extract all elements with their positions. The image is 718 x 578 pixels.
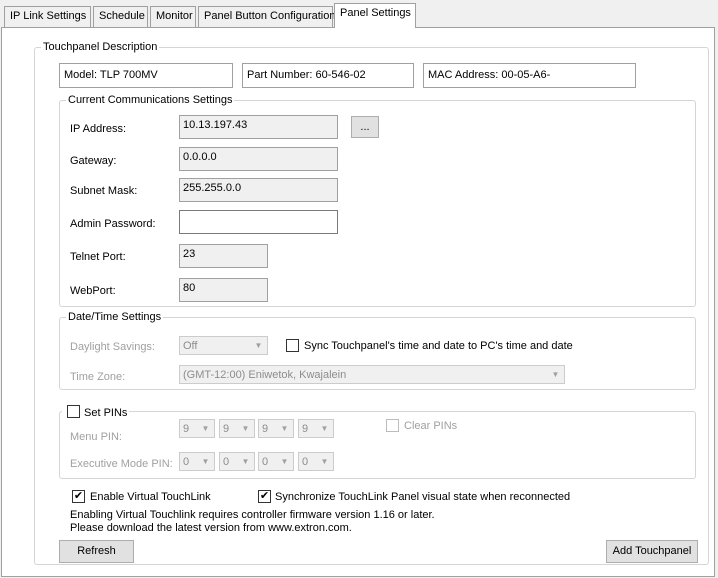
daylight-savings-select[interactable]: Off ▼ — [179, 336, 268, 355]
download-note: Please download the latest version from … — [70, 522, 352, 534]
tab-panel-button-configuration[interactable]: Panel Button Configuration — [198, 6, 336, 27]
enable-virtual-touchlink-checkbox[interactable]: ✔ — [72, 490, 85, 503]
tab-label: Panel Settings — [340, 7, 411, 19]
communications-legend: Current Communications Settings — [66, 94, 235, 107]
digit-value: 0 — [262, 456, 269, 468]
set-pins-legend: Set PINs — [62, 405, 130, 420]
mac-address-info: MAC Address: 00-05-A6- — [423, 63, 636, 88]
daylight-savings-value: Off — [183, 340, 198, 352]
time-zone-label: Time Zone: — [70, 371, 126, 383]
exec-pin-digit-1[interactable]: 0 ▼ — [179, 452, 215, 471]
digit-value: 9 — [183, 423, 190, 435]
chevron-down-icon: ▼ — [320, 457, 329, 466]
telnet-port-label: Telnet Port: — [70, 251, 126, 263]
digit-value: 9 — [262, 423, 269, 435]
exec-pin-digit-4[interactable]: 0 ▼ — [298, 452, 334, 471]
tab-strip: IP Link Settings Schedule Monitor Panel … — [0, 0, 718, 28]
chevron-down-icon: ▼ — [280, 424, 289, 433]
set-pins-label: Set PINs — [84, 407, 128, 419]
touchpanel-description-legend: Touchpanel Description — [41, 41, 160, 54]
admin-password-input[interactable] — [179, 210, 338, 234]
digit-value: 0 — [183, 456, 190, 468]
gateway-label: Gateway: — [70, 155, 117, 167]
digit-value: 9 — [223, 423, 230, 435]
menu-pin-label: Menu PIN: — [70, 431, 122, 443]
chevron-down-icon: ▼ — [254, 341, 263, 350]
time-zone-value: (GMT-12:00) Eniwetok, Kwajalein — [183, 369, 347, 381]
tab-ip-link-settings[interactable]: IP Link Settings — [4, 6, 91, 27]
chevron-down-icon: ▼ — [201, 457, 210, 466]
tab-monitor[interactable]: Monitor — [150, 6, 196, 27]
chevron-down-icon: ▼ — [241, 457, 250, 466]
chevron-down-icon: ▼ — [201, 424, 210, 433]
exec-pin-digit-3[interactable]: 0 ▼ — [258, 452, 294, 471]
tab-label: Panel Button Configuration — [204, 10, 336, 22]
menu-pin-digit-2[interactable]: 9 ▼ — [219, 419, 255, 438]
web-port-label: WebPort: — [70, 285, 116, 297]
sync-time-label: Sync Touchpanel's time and date to PC's … — [304, 340, 573, 352]
menu-pin-digit-3[interactable]: 9 ▼ — [258, 419, 294, 438]
sync-time-checkbox[interactable] — [286, 339, 299, 352]
web-port-field: 80 — [179, 278, 268, 302]
menu-pin-digit-4[interactable]: 9 ▼ — [298, 419, 334, 438]
executive-pin-label: Executive Mode PIN: — [70, 458, 173, 470]
part-number-info: Part Number: 60-546-02 — [242, 63, 414, 88]
synchronize-touchlink-checkbox[interactable]: ✔ — [258, 490, 271, 503]
digit-value: 9 — [302, 423, 309, 435]
telnet-port-field: 23 — [179, 244, 268, 268]
tab-label: Schedule — [99, 10, 145, 22]
gateway-field: 0.0.0.0 — [179, 147, 338, 171]
chevron-down-icon: ▼ — [280, 457, 289, 466]
digit-value: 0 — [223, 456, 230, 468]
ip-address-field: 10.13.197.43 — [179, 115, 338, 139]
add-touchpanel-button[interactable]: Add Touchpanel — [606, 540, 698, 563]
ip-address-label: IP Address: — [70, 123, 127, 135]
chevron-down-icon: ▼ — [551, 370, 560, 379]
synchronize-touchlink-label: Synchronize TouchLink Panel visual state… — [275, 491, 571, 503]
chevron-down-icon: ▼ — [241, 424, 250, 433]
tab-label: Monitor — [156, 10, 193, 22]
tab-schedule[interactable]: Schedule — [93, 6, 148, 27]
ip-browse-button[interactable]: ... — [351, 116, 379, 138]
set-pins-checkbox[interactable] — [67, 405, 80, 418]
panel-settings-page: Touchpanel Description Model: TLP 700MV … — [1, 27, 715, 577]
exec-pin-digit-2[interactable]: 0 ▼ — [219, 452, 255, 471]
clear-pins-checkbox[interactable] — [386, 419, 399, 432]
menu-pin-digit-1[interactable]: 9 ▼ — [179, 419, 215, 438]
chevron-down-icon: ▼ — [320, 424, 329, 433]
time-zone-select[interactable]: (GMT-12:00) Eniwetok, Kwajalein ▼ — [179, 365, 565, 384]
model-info: Model: TLP 700MV — [59, 63, 233, 88]
tab-panel-settings[interactable]: Panel Settings — [334, 3, 416, 28]
admin-password-label: Admin Password: — [70, 218, 156, 230]
refresh-button[interactable]: Refresh — [59, 540, 134, 563]
subnet-mask-label: Subnet Mask: — [70, 185, 138, 197]
tab-label: IP Link Settings — [10, 10, 87, 22]
daylight-savings-label: Daylight Savings: — [70, 341, 155, 353]
firmware-note: Enabling Virtual Touchlink requires cont… — [70, 509, 435, 521]
clear-pins-label: Clear PINs — [404, 420, 458, 432]
enable-virtual-touchlink-label: Enable Virtual TouchLink — [90, 491, 211, 503]
digit-value: 0 — [302, 456, 309, 468]
subnet-mask-field: 255.255.0.0 — [179, 178, 338, 202]
date-time-legend: Date/Time Settings — [66, 311, 164, 324]
